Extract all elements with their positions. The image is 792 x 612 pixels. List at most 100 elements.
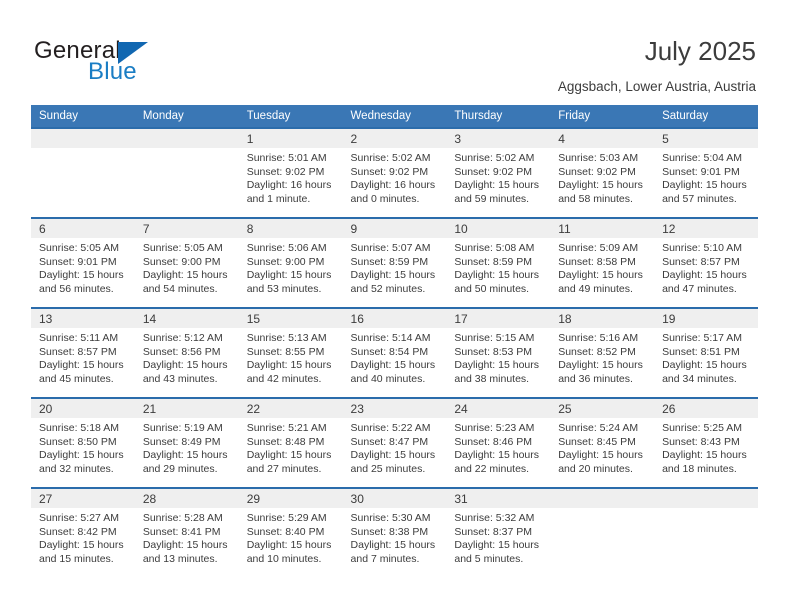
daylight-duration-line2: and 20 minutes. (558, 462, 633, 475)
calendar-day-cell[interactable]: 14 Sunrise: 5:12 AM Sunset: 8:56 PM Dayligh… (134, 307, 239, 398)
calendar-day-cell[interactable]: 11 Sunrise: 5:09 AM Sunset: 8:58 PM Dayligh… (550, 217, 655, 308)
sunset-time: Sunset: 8:58 PM (558, 255, 636, 268)
calendar-day-cell[interactable]: 19 Sunrise: 5:17 AM Sunset: 8:51 PM Dayligh… (654, 307, 758, 398)
day-details: Sunrise: 5:16 AM Sunset: 8:52 PM Daylight:… (550, 328, 654, 386)
weekday-header-saturday: Saturday (654, 105, 758, 128)
calendar-day-cell[interactable]: 28 Sunrise: 5:28 AM Sunset: 8:41 PM Dayligh… (134, 487, 239, 578)
calendar-day-cell[interactable]: 16 Sunrise: 5:14 AM Sunset: 8:54 PM Dayligh… (342, 307, 447, 398)
calendar-day-cell[interactable]: 31 Sunrise: 5:32 AM Sunset: 8:37 PM Dayligh… (446, 487, 551, 578)
calendar-day-cell[interactable]: 21 Sunrise: 5:19 AM Sunset: 8:49 PM Dayligh… (134, 397, 239, 488)
calendar-day-cell[interactable]: 20 Sunrise: 5:18 AM Sunset: 8:50 PM Dayligh… (31, 397, 135, 488)
daylight-duration-line1: Daylight: 15 hours (246, 359, 332, 372)
calendar-day-cell[interactable]: 24 Sunrise: 5:23 AM Sunset: 8:46 PM Dayligh… (446, 397, 551, 488)
calendar-day-cell[interactable]: 29 Sunrise: 5:29 AM Sunset: 8:40 PM Dayligh… (238, 487, 343, 578)
calendar-day-cell[interactable]: 25 Sunrise: 5:24 AM Sunset: 8:45 PM Dayligh… (550, 397, 655, 488)
day-details: Sunrise: 5:01 AM Sunset: 9:02 PM Daylight:… (239, 148, 343, 206)
calendar-week-row: 27 Sunrise: 5:27 AM Sunset: 8:42 PM Dayligh… (31, 487, 758, 578)
day-number: 13 (31, 309, 135, 328)
sunset-time: Sunset: 8:52 PM (558, 345, 636, 358)
calendar-day-cell[interactable]: 3 Sunrise: 5:02 AM Sunset: 9:02 PM Daylight… (446, 127, 551, 218)
sunrise-time: Sunrise: 5:13 AM (246, 332, 327, 344)
daylight-duration-line2: and 27 minutes. (246, 462, 322, 475)
day-details: Sunrise: 5:02 AM Sunset: 9:02 PM Daylight:… (343, 148, 447, 206)
day-number: 9 (342, 219, 447, 238)
daylight-duration-line1: Daylight: 15 hours (350, 539, 436, 552)
calendar-day-cell[interactable]: 8 Sunrise: 5:06 AM Sunset: 9:00 PM Daylight… (238, 217, 343, 308)
sunrise-time: Sunrise: 5:24 AM (558, 422, 639, 434)
daylight-duration-line1: Daylight: 15 hours (662, 359, 747, 372)
calendar-day-cell[interactable]: 26 Sunrise: 5:25 AM Sunset: 8:43 PM Dayligh… (654, 397, 758, 488)
day-number: 29 (238, 489, 343, 508)
calendar-day-cell[interactable]: 13 Sunrise: 5:11 AM Sunset: 8:57 PM Dayligh… (31, 307, 135, 398)
day-details: Sunrise: 5:08 AM Sunset: 8:59 PM Daylight:… (446, 238, 550, 296)
day-details: Sunrise: 5:04 AM Sunset: 9:01 PM Daylight:… (654, 148, 758, 206)
daylight-duration-line1: Daylight: 16 hours (350, 179, 436, 192)
day-number: 22 (238, 399, 343, 418)
sunrise-time: Sunrise: 5:14 AM (350, 332, 431, 344)
daylight-duration-line1: Daylight: 15 hours (350, 359, 436, 372)
calendar-day-cell[interactable]: 27 Sunrise: 5:27 AM Sunset: 8:42 PM Dayligh… (31, 487, 135, 578)
calendar-day-cell[interactable]: 12 Sunrise: 5:10 AM Sunset: 8:57 PM Dayligh… (654, 217, 758, 308)
sunset-time: Sunset: 8:45 PM (558, 435, 636, 448)
sunrise-time: Sunrise: 5:01 AM (246, 152, 327, 164)
day-number: 6 (31, 219, 135, 238)
daylight-duration-line2: and 32 minutes. (39, 462, 114, 475)
calendar-day-cell[interactable]: 9 Sunrise: 5:07 AM Sunset: 8:59 PM Daylight… (342, 217, 447, 308)
sunrise-time: Sunrise: 5:07 AM (350, 242, 431, 254)
calendar-day-cell[interactable]: 30 Sunrise: 5:30 AM Sunset: 8:38 PM Dayligh… (342, 487, 447, 578)
calendar-day-cell[interactable]: 1 Sunrise: 5:01 AM Sunset: 9:02 PM Daylight… (238, 127, 343, 218)
daylight-duration-line2: and 52 minutes. (350, 282, 426, 295)
calendar-day-cell[interactable]: 18 Sunrise: 5:16 AM Sunset: 8:52 PM Dayligh… (550, 307, 655, 398)
sunrise-time: Sunrise: 5:10 AM (662, 242, 743, 254)
general-blue-logo[interactable]: General Blue (34, 38, 214, 88)
daylight-duration-line1: Daylight: 16 hours (246, 179, 332, 192)
logo-text-blue: Blue (88, 58, 137, 85)
sunset-time: Sunset: 9:02 PM (558, 165, 636, 178)
sunset-time: Sunset: 8:56 PM (142, 345, 221, 358)
calendar-week-row: 1 Sunrise: 5:01 AM Sunset: 9:02 PM Daylight… (31, 127, 758, 218)
daylight-duration-line2: and 43 minutes. (142, 372, 218, 385)
sunset-time: Sunset: 9:02 PM (454, 165, 533, 178)
sunset-time: Sunset: 8:55 PM (246, 345, 325, 358)
day-number: 25 (550, 399, 655, 418)
daylight-duration-line1: Daylight: 15 hours (662, 269, 747, 282)
sunset-time: Sunset: 8:54 PM (350, 345, 429, 358)
calendar-day-cell[interactable]: 5 Sunrise: 5:04 AM Sunset: 9:01 PM Daylight… (654, 127, 758, 218)
calendar-day-cell[interactable]: 10 Sunrise: 5:08 AM Sunset: 8:59 PM Dayligh… (446, 217, 551, 308)
sunrise-time: Sunrise: 5:02 AM (350, 152, 431, 164)
daylight-duration-line1: Daylight: 15 hours (142, 359, 228, 372)
day-details: Sunrise: 5:02 AM Sunset: 9:02 PM Daylight:… (446, 148, 550, 206)
sunrise-sunset-calendar: Sunday Monday Tuesday Wednesday Thursday Frid… (31, 105, 758, 578)
daylight-duration-line2: and 54 minutes. (142, 282, 218, 295)
daylight-duration-line1: Daylight: 15 hours (39, 539, 124, 552)
sunset-time: Sunset: 8:40 PM (246, 525, 325, 538)
sunset-time: Sunset: 9:00 PM (142, 255, 221, 268)
day-number: 8 (238, 219, 343, 238)
calendar-day-cell[interactable]: 6 Sunrise: 5:05 AM Sunset: 9:01 PM Daylight… (31, 217, 135, 308)
sunset-time: Sunset: 8:47 PM (350, 435, 429, 448)
calendar-day-cell-empty (134, 127, 239, 218)
daylight-duration-line2: and 1 minute. (246, 192, 311, 205)
calendar-week-row: 20 Sunrise: 5:18 AM Sunset: 8:50 PM Dayligh… (31, 397, 758, 488)
daylight-duration-line2: and 38 minutes. (454, 372, 530, 385)
calendar-day-cell[interactable]: 23 Sunrise: 5:22 AM Sunset: 8:47 PM Dayligh… (342, 397, 447, 488)
weekday-header-sunday: Sunday (31, 105, 135, 128)
daylight-duration-line2: and 56 minutes. (39, 282, 114, 295)
sunrise-time: Sunrise: 5:04 AM (662, 152, 743, 164)
calendar-day-cell[interactable]: 22 Sunrise: 5:21 AM Sunset: 8:48 PM Dayligh… (238, 397, 343, 488)
weekday-header-friday: Friday (550, 105, 655, 128)
calendar-day-cell[interactable]: 15 Sunrise: 5:13 AM Sunset: 8:55 PM Dayligh… (238, 307, 343, 398)
sunset-time: Sunset: 8:51 PM (662, 345, 740, 358)
calendar-page: General Blue July 2025 Aggsbach, Lower A… (0, 0, 792, 612)
calendar-day-cell[interactable]: 17 Sunrise: 5:15 AM Sunset: 8:53 PM Dayligh… (446, 307, 551, 398)
day-details: Sunrise: 5:14 AM Sunset: 8:54 PM Daylight:… (343, 328, 447, 386)
calendar-day-cell[interactable]: 7 Sunrise: 5:05 AM Sunset: 9:00 PM Daylight… (134, 217, 239, 308)
day-details: Sunrise: 5:10 AM Sunset: 8:57 PM Daylight:… (654, 238, 758, 296)
calendar-day-cell[interactable]: 4 Sunrise: 5:03 AM Sunset: 9:02 PM Daylight… (550, 127, 655, 218)
calendar-day-cell[interactable]: 2 Sunrise: 5:02 AM Sunset: 9:02 PM Daylight… (342, 127, 447, 218)
sunrise-time: Sunrise: 5:32 AM (454, 512, 535, 524)
daylight-duration-line2: and 40 minutes. (350, 372, 426, 385)
day-details: Sunrise: 5:15 AM Sunset: 8:53 PM Daylight:… (446, 328, 550, 386)
sunset-time: Sunset: 9:02 PM (350, 165, 429, 178)
calendar-week-row: 6 Sunrise: 5:05 AM Sunset: 9:01 PM Daylight… (31, 217, 758, 308)
